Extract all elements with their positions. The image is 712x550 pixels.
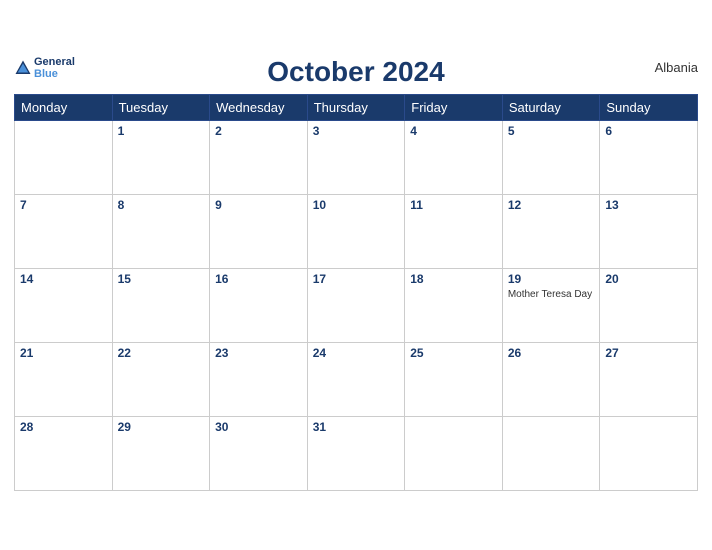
- table-row: 23: [210, 342, 308, 416]
- weekday-saturday: Saturday: [502, 94, 600, 120]
- table-row: 12: [502, 194, 600, 268]
- day-number: 17: [313, 272, 400, 286]
- table-row: [405, 416, 503, 490]
- country-name: Albania: [618, 56, 698, 75]
- table-row: 21: [15, 342, 113, 416]
- table-row: 15: [112, 268, 210, 342]
- table-row: [15, 120, 113, 194]
- day-number: 3: [313, 124, 400, 138]
- table-row: 5: [502, 120, 600, 194]
- logo-general: General: [34, 56, 75, 68]
- day-number: 8: [118, 198, 205, 212]
- weekday-monday: Monday: [15, 94, 113, 120]
- logo-text: General Blue: [14, 56, 75, 80]
- weekday-header-row: Monday Tuesday Wednesday Thursday Friday…: [15, 94, 698, 120]
- weekday-wednesday: Wednesday: [210, 94, 308, 120]
- table-row: 9: [210, 194, 308, 268]
- table-row: 20: [600, 268, 698, 342]
- table-row: 13: [600, 194, 698, 268]
- table-row: 6: [600, 120, 698, 194]
- logo-blue: Blue: [34, 68, 75, 80]
- table-row: 10: [307, 194, 405, 268]
- day-number: 30: [215, 420, 302, 434]
- table-row: 31: [307, 416, 405, 490]
- calendar: General Blue October 2024 Albania Monday…: [0, 46, 712, 505]
- holiday-text: Mother Teresa Day: [508, 288, 595, 301]
- table-row: 19 Mother Teresa Day: [502, 268, 600, 342]
- day-number: 13: [605, 198, 692, 212]
- day-number: 14: [20, 272, 107, 286]
- weekday-sunday: Sunday: [600, 94, 698, 120]
- day-number: 6: [605, 124, 692, 138]
- calendar-week-row: 789 10 11 12 13: [15, 194, 698, 268]
- day-number: 23: [215, 346, 302, 360]
- table-row: 17: [307, 268, 405, 342]
- table-row: 28: [15, 416, 113, 490]
- table-row: 26: [502, 342, 600, 416]
- weekday-thursday: Thursday: [307, 94, 405, 120]
- table-row: 8: [112, 194, 210, 268]
- day-number: 10: [313, 198, 400, 212]
- day-number: 28: [20, 420, 107, 434]
- calendar-table: Monday Tuesday Wednesday Thursday Friday…: [14, 94, 698, 491]
- calendar-week-row: 14 15 16 17 18 19 Mother Teresa Day 20: [15, 268, 698, 342]
- day-number: 18: [410, 272, 497, 286]
- calendar-week-row: 21 22 23 24 25 26 27: [15, 342, 698, 416]
- table-row: 30: [210, 416, 308, 490]
- weekday-tuesday: Tuesday: [112, 94, 210, 120]
- day-number: 21: [20, 346, 107, 360]
- day-number: 24: [313, 346, 400, 360]
- day-number: 7: [20, 198, 107, 212]
- day-number: 9: [215, 198, 302, 212]
- table-row: 3: [307, 120, 405, 194]
- day-number: 16: [215, 272, 302, 286]
- day-number: 5: [508, 124, 595, 138]
- day-number: 22: [118, 346, 205, 360]
- table-row: 1: [112, 120, 210, 194]
- day-number: 1: [118, 124, 205, 138]
- table-row: 11: [405, 194, 503, 268]
- month-title: October 2024: [94, 56, 618, 88]
- weekday-friday: Friday: [405, 94, 503, 120]
- day-number: 25: [410, 346, 497, 360]
- day-number: 4: [410, 124, 497, 138]
- day-number: 27: [605, 346, 692, 360]
- table-row: 24: [307, 342, 405, 416]
- day-number: 12: [508, 198, 595, 212]
- calendar-week-row: 28 29 30 31: [15, 416, 698, 490]
- calendar-body: 12345678910111213141516171819Mother Tere…: [15, 120, 698, 490]
- table-row: 16: [210, 268, 308, 342]
- logo-icon: [14, 59, 32, 77]
- calendar-thead: Monday Tuesday Wednesday Thursday Friday…: [15, 94, 698, 120]
- table-row: 2: [210, 120, 308, 194]
- table-row: 27: [600, 342, 698, 416]
- logo-area: General Blue: [14, 56, 94, 80]
- month-year-heading: October 2024: [94, 56, 618, 88]
- day-number: 31: [313, 420, 400, 434]
- calendar-header: General Blue October 2024 Albania: [14, 56, 698, 88]
- table-row: 4: [405, 120, 503, 194]
- table-row: 25: [405, 342, 503, 416]
- table-row: 18: [405, 268, 503, 342]
- table-row: 29: [112, 416, 210, 490]
- day-number: 15: [118, 272, 205, 286]
- day-number: 2: [215, 124, 302, 138]
- day-number: 11: [410, 198, 497, 212]
- table-row: [502, 416, 600, 490]
- calendar-week-row: 123456: [15, 120, 698, 194]
- table-row: 22: [112, 342, 210, 416]
- day-number: 20: [605, 272, 692, 286]
- day-number: 29: [118, 420, 205, 434]
- day-number: 26: [508, 346, 595, 360]
- table-row: 7: [15, 194, 113, 268]
- table-row: [600, 416, 698, 490]
- table-row: 14: [15, 268, 113, 342]
- day-number: 19: [508, 272, 595, 286]
